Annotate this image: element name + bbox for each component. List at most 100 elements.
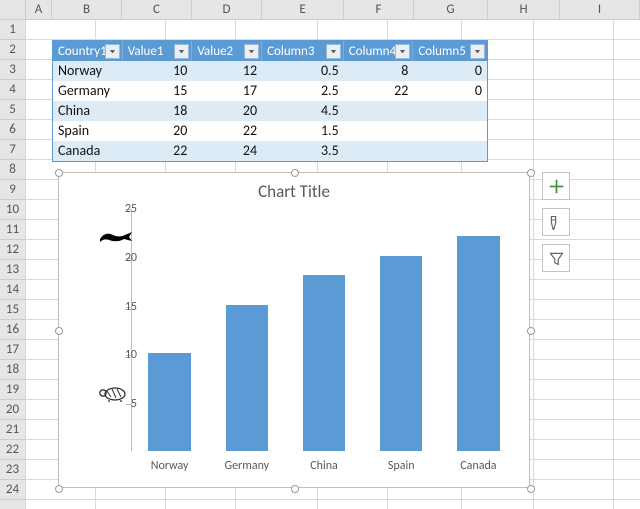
table-cell[interactable] xyxy=(344,141,414,161)
table-cell[interactable]: Germany xyxy=(53,81,123,101)
row-header-11[interactable]: 11 xyxy=(0,220,25,240)
table-cell[interactable]: Canada xyxy=(53,141,123,161)
col-header-F[interactable]: F xyxy=(344,0,414,19)
table-cell[interactable]: 18 xyxy=(123,101,193,121)
table-cell[interactable]: 17 xyxy=(192,81,262,101)
filter-dropdown-icon[interactable] xyxy=(470,44,485,59)
select-all-corner[interactable] xyxy=(0,0,26,19)
filter-dropdown-icon[interactable] xyxy=(395,44,410,59)
plot-area[interactable] xyxy=(131,209,515,451)
table-row[interactable]: Norway10120.580 xyxy=(53,61,487,81)
data-table[interactable]: Country1Value1Value2Column3Column4Column… xyxy=(52,40,488,162)
row-header-17[interactable]: 17 xyxy=(0,340,25,360)
table-cell[interactable]: 0 xyxy=(413,81,487,101)
row-header-20[interactable]: 20 xyxy=(0,400,25,420)
table-cell[interactable]: 12 xyxy=(192,61,262,81)
row-header-16[interactable]: 16 xyxy=(0,320,25,340)
col-header-H[interactable]: H xyxy=(488,0,560,19)
row-header-4[interactable]: 4 xyxy=(0,80,25,100)
col-header-B[interactable]: B xyxy=(52,0,122,19)
row-header-19[interactable]: 19 xyxy=(0,380,25,400)
selection-handle[interactable] xyxy=(527,327,535,335)
table-cell[interactable]: 22 xyxy=(192,121,262,141)
table-cell[interactable]: 15 xyxy=(123,81,193,101)
filter-dropdown-icon[interactable] xyxy=(174,44,189,59)
row-header-8[interactable]: 8 xyxy=(0,160,25,180)
chart-styles-button[interactable] xyxy=(542,208,570,236)
table-cell[interactable] xyxy=(344,121,414,141)
table-cell[interactable]: 20 xyxy=(192,101,262,121)
table-cell[interactable]: 3.5 xyxy=(262,141,344,161)
table-header-1[interactable]: Value1 xyxy=(123,41,193,61)
bar-china[interactable] xyxy=(303,275,345,451)
table-cell[interactable]: 2.5 xyxy=(262,81,344,101)
table-header-5[interactable]: Column5 xyxy=(413,41,487,61)
row-header-7[interactable]: 7 xyxy=(0,140,25,160)
table-cell[interactable]: China xyxy=(53,101,123,121)
row-header-23[interactable]: 23 xyxy=(0,460,25,480)
table-cell[interactable] xyxy=(413,141,487,161)
row-header-12[interactable]: 12 xyxy=(0,240,25,260)
row-header-9[interactable]: 9 xyxy=(0,180,25,200)
table-header-2[interactable]: Value2 xyxy=(192,41,262,61)
table-cell[interactable] xyxy=(413,121,487,141)
bar-spain[interactable] xyxy=(380,256,422,451)
table-cell[interactable]: 0.5 xyxy=(262,61,344,81)
row-header-6[interactable]: 6 xyxy=(0,120,25,140)
filter-dropdown-icon[interactable] xyxy=(105,44,120,59)
table-cell[interactable]: Spain xyxy=(53,121,123,141)
table-cell[interactable]: 22 xyxy=(344,81,414,101)
row-header-1[interactable]: 1 xyxy=(0,20,25,40)
table-header-4[interactable]: Column4 xyxy=(344,41,414,61)
table-row[interactable]: Spain20221.5 xyxy=(53,121,487,141)
col-header-D[interactable]: D xyxy=(192,0,262,19)
col-header-I[interactable]: I xyxy=(560,0,640,19)
row-header-24[interactable]: 24 xyxy=(0,480,25,500)
selection-handle[interactable] xyxy=(291,485,299,493)
table-cell[interactable]: 8 xyxy=(344,61,414,81)
col-header-G[interactable]: G xyxy=(414,0,488,19)
table-cell[interactable] xyxy=(413,101,487,121)
col-header-C[interactable]: C xyxy=(122,0,192,19)
row-header-10[interactable]: 10 xyxy=(0,200,25,220)
row-header-5[interactable]: 5 xyxy=(0,100,25,120)
chart-filters-button[interactable] xyxy=(542,244,570,272)
bar-canada[interactable] xyxy=(457,236,499,451)
selection-handle[interactable] xyxy=(291,169,299,177)
chart-elements-button[interactable] xyxy=(542,172,570,200)
table-cell[interactable]: 4.5 xyxy=(262,101,344,121)
row-header-14[interactable]: 14 xyxy=(0,280,25,300)
table-row[interactable]: Germany15172.5220 xyxy=(53,81,487,101)
row-header-13[interactable]: 13 xyxy=(0,260,25,280)
table-cell[interactable]: 20 xyxy=(123,121,193,141)
table-cell[interactable]: 24 xyxy=(192,141,262,161)
table-header-0[interactable]: Country1 xyxy=(53,41,123,61)
table-cell[interactable] xyxy=(344,101,414,121)
table-cell[interactable]: 10 xyxy=(123,61,193,81)
bar-norway[interactable] xyxy=(148,353,190,451)
row-header-22[interactable]: 22 xyxy=(0,440,25,460)
table-cell[interactable]: Norway xyxy=(53,61,123,81)
selection-handle[interactable] xyxy=(527,169,535,177)
selection-handle[interactable] xyxy=(55,327,63,335)
row-header-21[interactable]: 21 xyxy=(0,420,25,440)
bar-germany[interactable] xyxy=(226,305,268,451)
selection-handle[interactable] xyxy=(55,169,63,177)
row-header-3[interactable]: 3 xyxy=(0,60,25,80)
table-row[interactable]: China18204.5 xyxy=(53,101,487,121)
table-cell[interactable]: 1.5 xyxy=(262,121,344,141)
row-header-18[interactable]: 18 xyxy=(0,360,25,380)
chart-object[interactable]: Chart Title 510152025NorwayGermanyChinaS… xyxy=(58,172,530,488)
selection-handle[interactable] xyxy=(55,485,63,493)
table-cell[interactable]: 22 xyxy=(123,141,193,161)
table-cell[interactable]: 0 xyxy=(413,61,487,81)
filter-dropdown-icon[interactable] xyxy=(326,44,341,59)
selection-handle[interactable] xyxy=(527,485,535,493)
filter-dropdown-icon[interactable] xyxy=(244,44,259,59)
row-header-2[interactable]: 2 xyxy=(0,40,25,60)
col-header-E[interactable]: E xyxy=(262,0,344,19)
table-header-3[interactable]: Column3 xyxy=(262,41,344,61)
table-row[interactable]: Canada22243.5 xyxy=(53,141,487,161)
row-header-15[interactable]: 15 xyxy=(0,300,25,320)
col-header-A[interactable]: A xyxy=(26,0,52,19)
